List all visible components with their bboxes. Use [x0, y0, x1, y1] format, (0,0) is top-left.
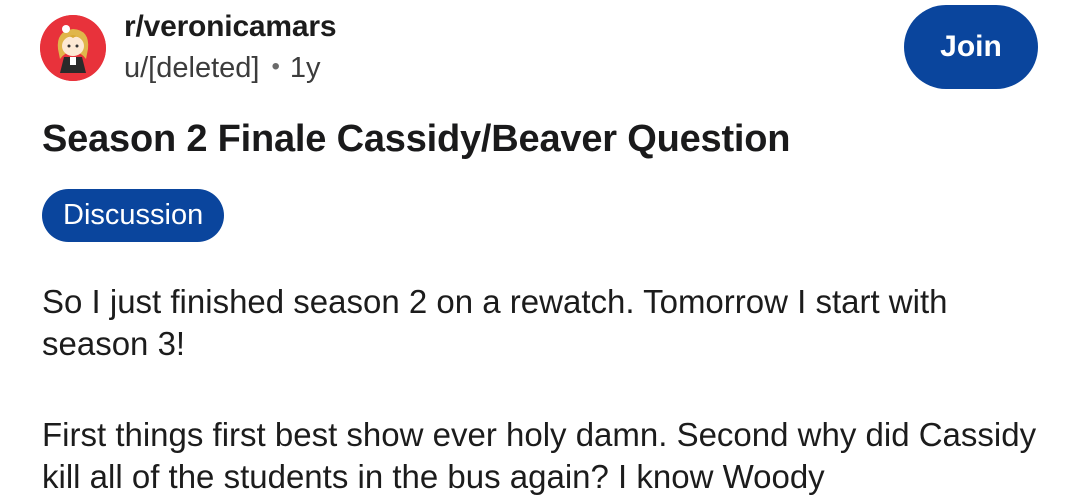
post-body-paragraph: So I just finished season 2 on a rewatch… [42, 283, 948, 362]
byline-separator: • [271, 53, 280, 80]
author-name[interactable]: u/[deleted] [124, 52, 259, 84]
post-age: 1y [289, 52, 321, 84]
subreddit-name[interactable]: r/veronicamars [124, 10, 337, 44]
post-byline: u/[deleted] • 1y [124, 52, 321, 85]
post-title[interactable]: Season 2 Finale Cassidy/Beaver Question [42, 118, 790, 161]
join-button[interactable]: Join [904, 5, 1038, 89]
post-body-paragraph: First things first best show ever holy d… [42, 416, 1037, 495]
post-flair-badge[interactable]: Discussion [42, 189, 225, 242]
reddit-post: r/veronicamars u/[deleted] • 1y Join Seaso… [0, 0, 1080, 497]
subreddit-avatar-icon[interactable] [40, 15, 106, 81]
